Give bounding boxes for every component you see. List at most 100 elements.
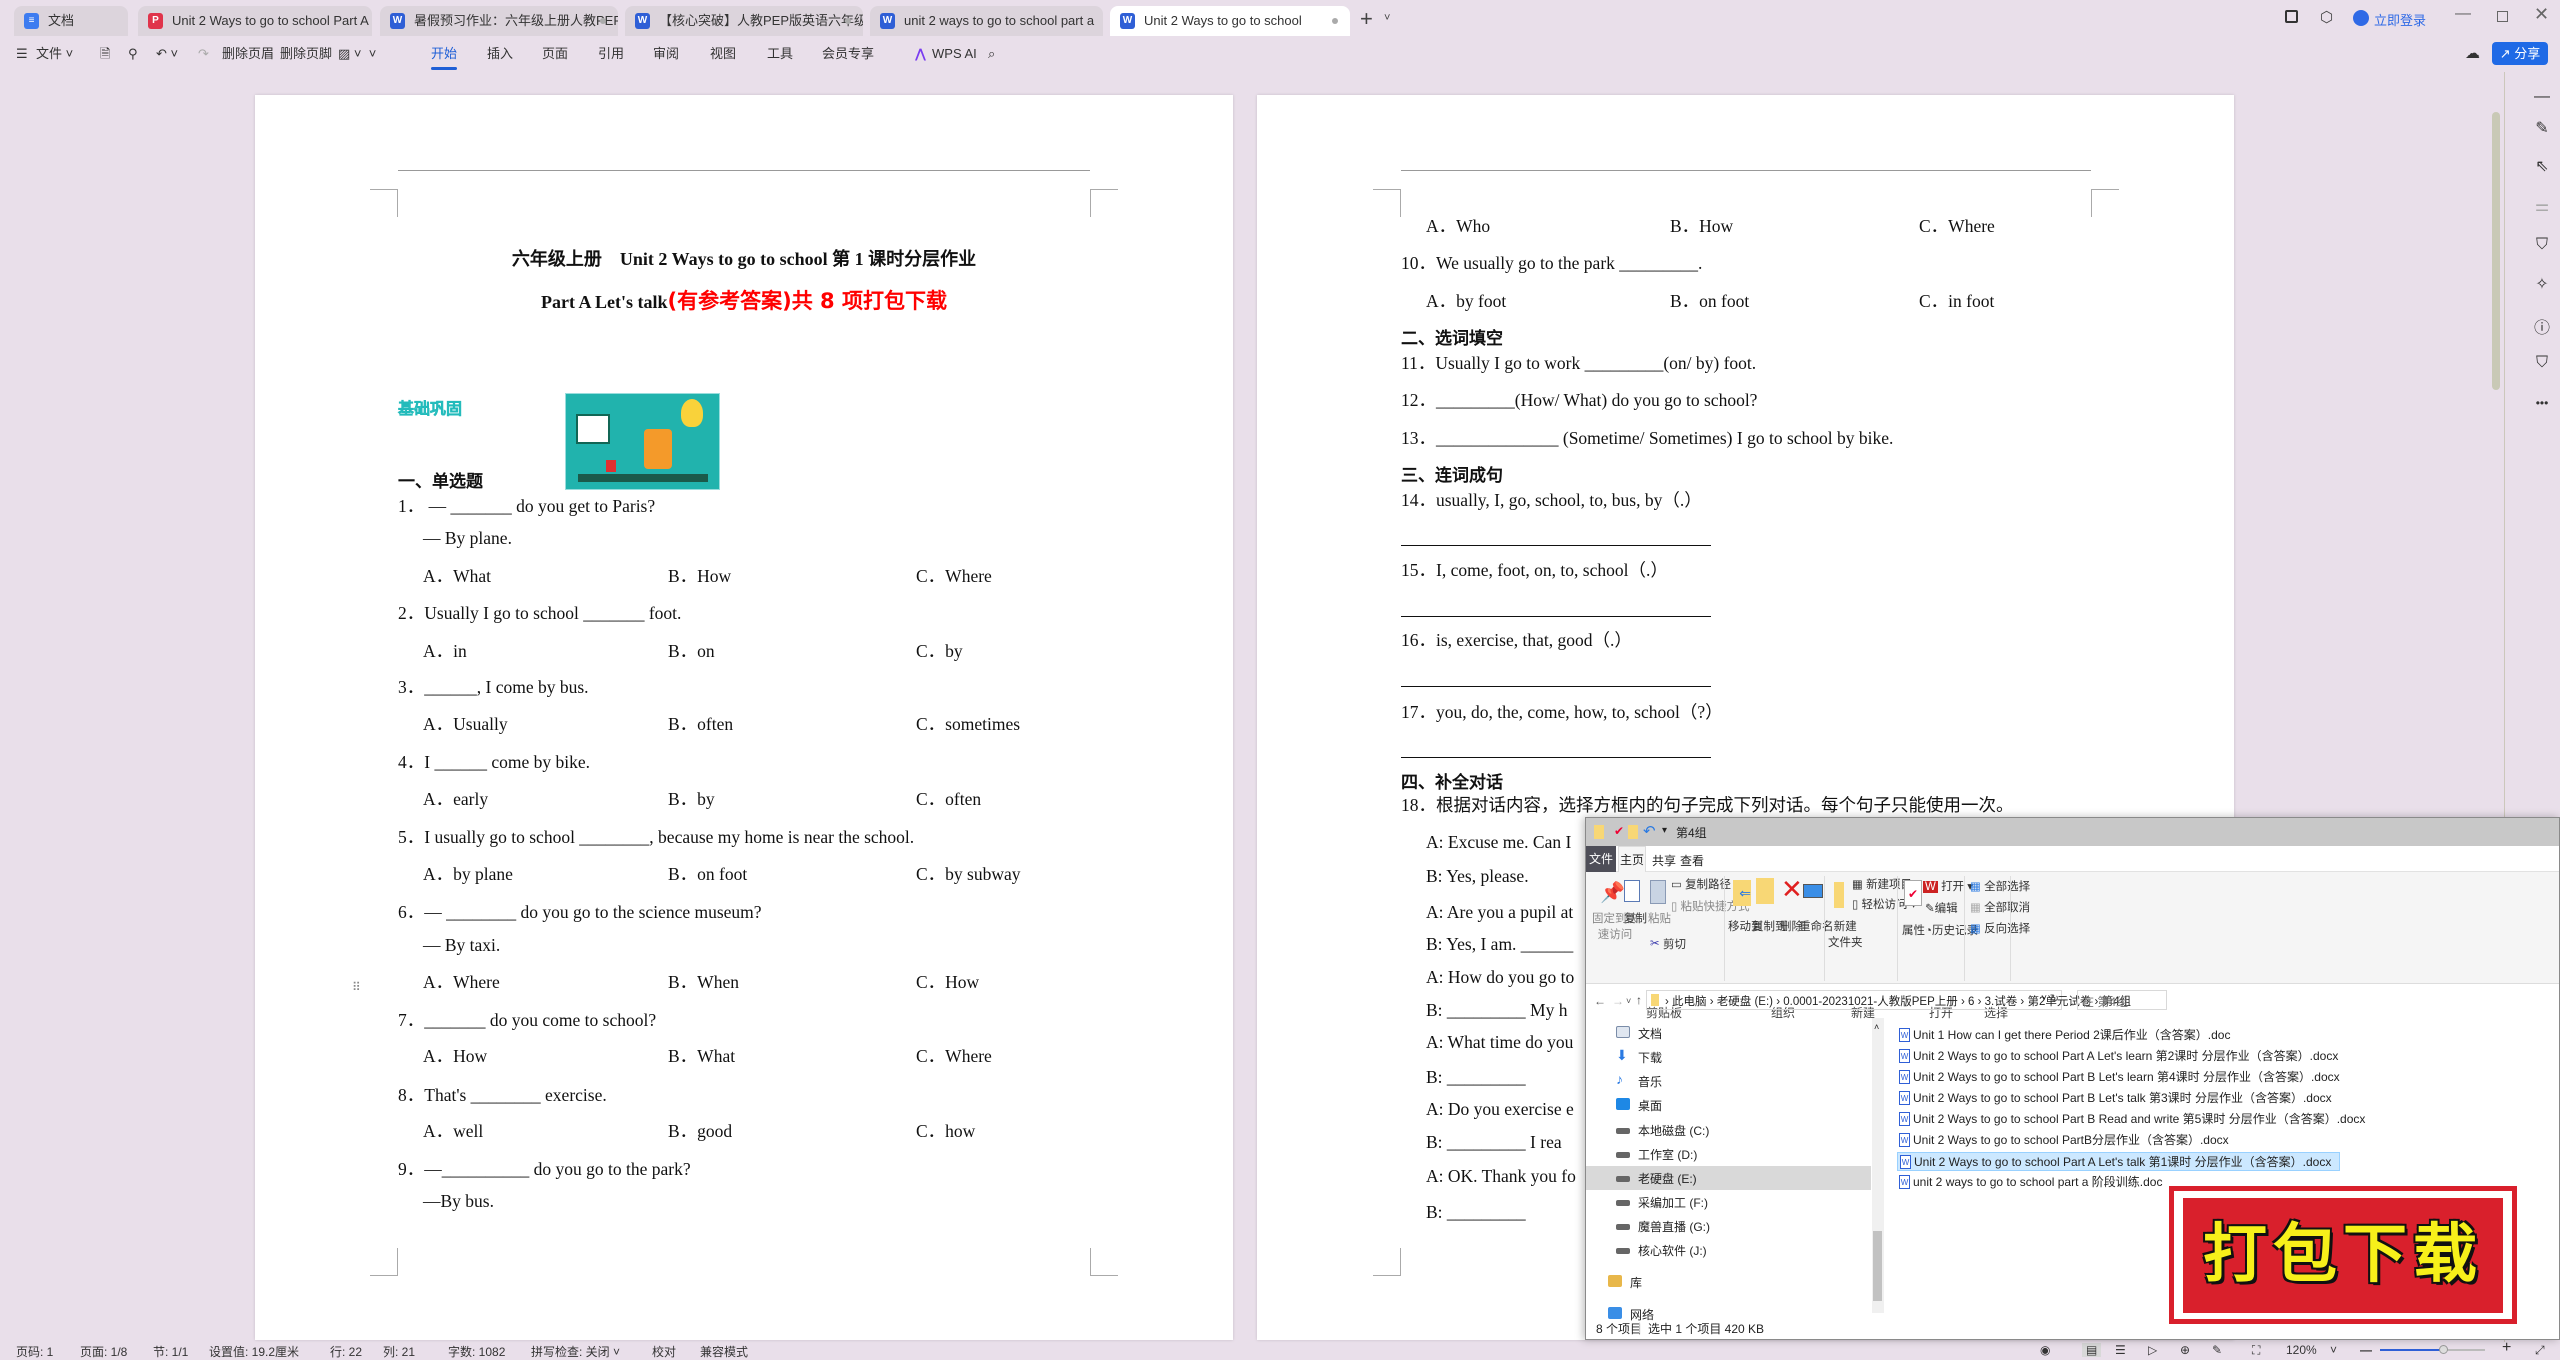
save-icon[interactable]: 🗎 <box>100 44 110 64</box>
edit-button[interactable]: ✎编辑 <box>1925 900 1958 916</box>
ribbon-tab-view[interactable]: 视图 <box>710 44 736 64</box>
tab-pdf[interactable]: P Unit 2 Ways to go to school Part A <box>138 6 372 36</box>
tab-docs[interactable]: ≡ 文档 <box>14 6 128 36</box>
adjust-sliders-icon[interactable]: ⚌ <box>2530 196 2554 216</box>
pen-icon[interactable]: ✎ <box>2530 118 2554 138</box>
breadcrumb-item[interactable]: 6 <box>1968 996 1974 1008</box>
user-avatar-icon[interactable] <box>2353 10 2369 26</box>
invert-selection-button[interactable]: ▦ 反向选择 <box>1970 920 2030 936</box>
file-item[interactable]: W Unit 2 Ways to go to school Part B Let'… <box>1897 1089 2340 1108</box>
nav-item-documents[interactable]: 文档 <box>1616 1025 1662 1042</box>
status-section[interactable]: 节: 1/1 <box>153 1343 188 1360</box>
new-folder-button[interactable]: 新建 文件夹 <box>1828 918 1863 950</box>
undo-icon[interactable]: ↶ ˅ <box>156 44 178 64</box>
cube-icon[interactable]: ⬡ <box>2320 8 2333 26</box>
window-layout-icon[interactable] <box>2285 10 2298 23</box>
file-item[interactable]: W Unit 2 Ways to go to school Part B Read… <box>1897 1110 2373 1129</box>
more-icon[interactable]: ••• <box>2530 396 2554 410</box>
delete-footer-button[interactable]: 删除页脚 <box>280 44 332 64</box>
nav-scrollbar[interactable]: ˄ <box>1872 1018 1884 1313</box>
wps-ai-button[interactable]: WPS AI <box>932 44 977 64</box>
pin-icon[interactable]: 📌 <box>1600 880 1625 905</box>
forward-button[interactable]: → <box>1612 994 1624 1008</box>
magic-wand-icon[interactable]: ✧ <box>2530 274 2554 294</box>
play-icon[interactable]: ▷ <box>2148 1343 2157 1357</box>
select-none-button[interactable]: ▦ 全部取消 <box>1970 899 2030 915</box>
zoom-in-button[interactable]: + <box>2502 1339 2511 1357</box>
refresh-icon[interactable]: ↻ <box>2050 992 2059 1005</box>
properties-button[interactable]: 属性 <box>1902 922 1925 938</box>
breadcrumb-item[interactable]: 3.试卷 <box>1985 996 2018 1008</box>
status-pages[interactable]: 页面: 1/8 <box>80 1343 127 1360</box>
select-all-button[interactable]: ▦ 全部选择 <box>1970 878 2030 894</box>
spell-check-dropdown[interactable]: 拼写检查: 关闭 ˅ <box>531 1343 620 1360</box>
ribbon-tab-review[interactable]: 审阅 <box>653 44 679 64</box>
search-icon[interactable]: ⌕ <box>988 44 995 64</box>
breadcrumb-item[interactable]: 此电脑 <box>1672 996 1707 1008</box>
file-menu[interactable]: 文件 ˅ <box>36 44 73 64</box>
paste-button[interactable]: 粘贴 <box>1648 910 1671 926</box>
tab-doc-active[interactable]: W Unit 2 Ways to go to school <box>1110 6 1350 36</box>
nav-item-drive-d[interactable]: 工作室 (D:) <box>1616 1146 1697 1163</box>
explorer-titlebar[interactable] <box>1586 818 2559 846</box>
help-icon[interactable]: ⓘ <box>2530 314 2554 338</box>
login-link[interactable]: 立即登录 <box>2374 10 2426 29</box>
file-item-selected[interactable]: W Unit 2 Ways to go to school Part A Let'… <box>1897 1152 2341 1171</box>
ribbon-tab-view[interactable]: 查看 <box>1680 852 1704 869</box>
restore-button[interactable] <box>2497 11 2508 22</box>
breadcrumb-item[interactable]: 0.0001-20231021-人教版PEP上册 <box>1783 996 1958 1008</box>
ribbon-tab-page[interactable]: 页面 <box>542 44 568 64</box>
format-painter-icon[interactable]: ⚲ <box>128 44 138 64</box>
file-item[interactable]: W Unit 2 Ways to go to school Part A Let'… <box>1897 1047 2346 1066</box>
nav-item-drive-f[interactable]: 采编加工 (F:) <box>1616 1194 1708 1211</box>
tab-doc-5[interactable]: Wunit 2 ways to go to school part a <box>870 6 1103 36</box>
eye-icon[interactable]: ◉ <box>2040 1343 2050 1357</box>
select-cursor-icon[interactable]: ⇖ <box>2530 156 2554 176</box>
zoom-level[interactable]: 120% <box>2286 1343 2317 1357</box>
cloud-upload-icon[interactable]: ☁ <box>2465 44 2480 62</box>
ribbon-tab-vip[interactable]: 会员专享 <box>822 44 874 64</box>
ribbon-tab-share[interactable]: 共享 <box>1652 852 1676 869</box>
page-view-icon[interactable]: ▤ <box>2082 1343 2102 1357</box>
file-item[interactable]: W Unit 1 How can I get there Period 2课后作业… <box>1897 1026 2238 1045</box>
drag-handle-icon[interactable]: ⠿ <box>352 980 361 994</box>
undo-quick-icon[interactable]: ↶ <box>1643 822 1656 840</box>
write-mode-icon[interactable]: ✎ <box>2212 1343 2222 1357</box>
web-view-icon[interactable]: ⊕ <box>2180 1343 2190 1357</box>
back-button[interactable]: ← <box>1594 994 1606 1008</box>
nav-item-drive-j[interactable]: 核心软件 (J:) <box>1616 1242 1707 1259</box>
file-item[interactable]: W Unit 2 Ways to go to school Part B Let'… <box>1897 1068 2348 1087</box>
tab-doc-4[interactable]: W 【核心突破】人教PEP版英语六年级 <box>625 6 863 36</box>
search-box[interactable]: 在 第4组 <box>2077 990 2167 1010</box>
ribbon-tab-tools[interactable]: 工具 <box>767 44 793 64</box>
scrollbar-thumb[interactable] <box>1873 1231 1882 1301</box>
navigation-pane[interactable]: 文档 ⬇ 下载 ♪ 音乐 桌面 本地磁盘 (C:) 工作室 (D:) 老硬盘 (E:… <box>1586 1018 1884 1322</box>
outline-view-icon[interactable]: ☰ <box>2115 1343 2126 1357</box>
copy-button[interactable]: 复制 <box>1624 910 1647 926</box>
open-button[interactable]: W 打开 ▾ <box>1923 878 1973 894</box>
zoom-slider-thumb[interactable] <box>2439 1345 2448 1354</box>
ribbon-tab-references[interactable]: 引用 <box>598 44 624 64</box>
status-setting-value[interactable]: 设置值: 19.2厘米 <box>209 1343 299 1360</box>
skin-icon[interactable]: ⛉ <box>2530 354 2554 372</box>
file-item[interactable]: W Unit 2 Ways to go to school PartB分层作业（含… <box>1897 1131 2237 1150</box>
proofread-button[interactable]: 校对 <box>652 1343 676 1360</box>
collapse-icon[interactable]: — <box>2530 88 2554 106</box>
copy-path-button[interactable]: ▭ 复制路径 <box>1671 876 1731 892</box>
zoom-slider[interactable] <box>2380 1345 2485 1354</box>
status-page-number[interactable]: 页码: 1 <box>16 1343 53 1360</box>
zoom-out-button[interactable]: — <box>2360 1343 2372 1357</box>
zoom-dropdown-icon[interactable]: ˅ <box>2330 1343 2337 1357</box>
minimize-button[interactable]: — <box>2455 5 2471 23</box>
vertical-scrollbar[interactable] <box>2492 112 2500 390</box>
tab-doc-3[interactable]: W 暑假预习作业：六年级上册人教PEP <box>380 6 618 36</box>
nav-item-drive-g[interactable]: 魔兽直播 (G:) <box>1616 1218 1710 1235</box>
document-page-1[interactable]: 六年级上册 Unit 2 Ways to go to school 第 1 课时… <box>255 95 1233 1340</box>
status-word-count[interactable]: 字数: 1082 <box>448 1343 505 1360</box>
cut-button[interactable]: 剪切 <box>1663 936 1686 952</box>
ribbon-tab-home[interactable]: 开始 <box>431 44 458 70</box>
nav-item-drive-c[interactable]: 本地磁盘 (C:) <box>1616 1122 1709 1139</box>
quick-access-dropdown-icon[interactable]: ▾ <box>1662 825 1667 836</box>
breadcrumb-item[interactable]: 老硬盘 (E:) <box>1717 996 1773 1008</box>
address-dropdown-icon[interactable]: ˅ <box>2041 993 2047 1004</box>
